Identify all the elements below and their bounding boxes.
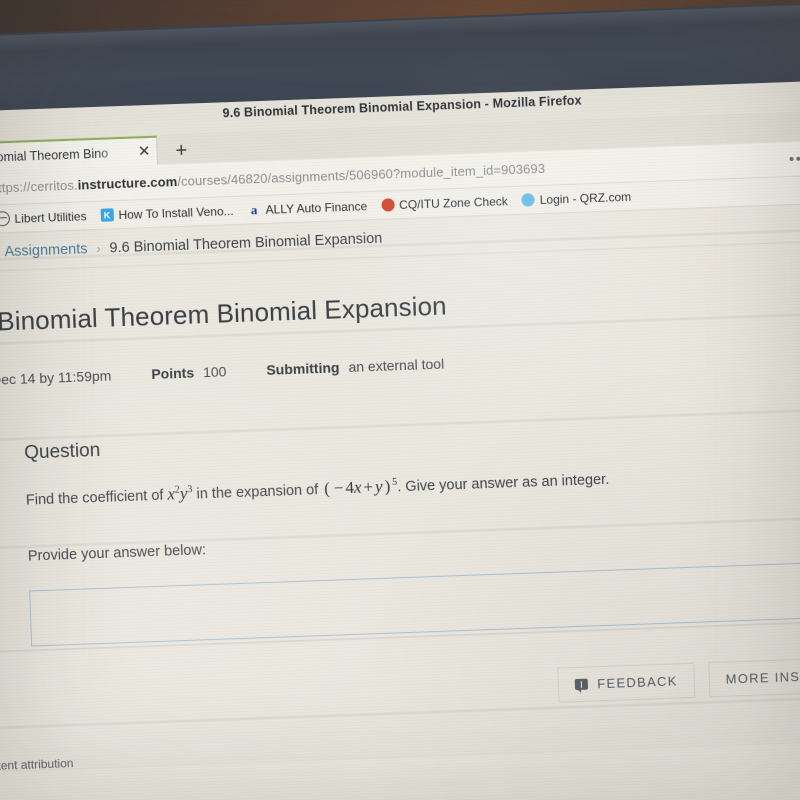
- bookmark-label: How To Install Veno...: [118, 203, 234, 222]
- url-domain: instructure.com: [77, 173, 178, 193]
- math-term-x2y3: x2y3: [167, 483, 193, 504]
- math-plus: +: [363, 476, 374, 497]
- submitting-label: Submitting: [266, 359, 340, 378]
- points-value: 100: [202, 363, 227, 380]
- due-value: Dec 14 by 11:59pm: [0, 367, 112, 388]
- url-scheme: https://cerritos.: [0, 177, 78, 196]
- submitting-value: an external tool: [348, 355, 445, 375]
- feedback-button-label: FEEDBACK: [596, 672, 678, 691]
- screen-photo: 9.6 Binomial Theorem Binomial Expansion …: [0, 0, 800, 800]
- answer-input[interactable]: [29, 561, 800, 647]
- content-attribution[interactable]: Content attribution: [0, 727, 800, 773]
- browser-window: 9.6 Binomial Theorem Binomial Expansion …: [0, 79, 800, 800]
- blue-dot-icon: [521, 193, 535, 207]
- bookmark-item[interactable]: Login - QRZ.com: [521, 189, 632, 207]
- tab-title: 9.6 Binomial Theorem Bino: [0, 145, 109, 165]
- bookmark-item[interactable]: Libert Utilities: [0, 208, 87, 227]
- canvas-page: D-LEC › Assignments › 9.6 Binomial Theor…: [0, 202, 800, 774]
- bookmark-label: ALLY Auto Finance: [265, 198, 368, 217]
- globe-icon: [0, 211, 10, 227]
- math-expression-binomial: (−4x+y)5: [322, 476, 398, 498]
- bookmark-label: CQ/ITU Zone Check: [398, 193, 509, 212]
- url-bar-actions: •••: [789, 148, 800, 168]
- page-title: 9.6 Binomial Theorem Binomial Expansion: [0, 290, 448, 339]
- points-label: Points: [151, 364, 195, 382]
- bookmark-item[interactable]: CQ/ITU Zone Check: [380, 193, 509, 213]
- feedback-button[interactable]: FEEDBACK: [557, 662, 696, 703]
- new-tab-icon[interactable]: +: [175, 140, 187, 162]
- red-dot-icon: [380, 198, 395, 212]
- close-icon[interactable]: ✕: [138, 143, 151, 160]
- bookmark-label: Libert Utilities: [14, 208, 87, 226]
- question-text-middle: in the expansion of: [196, 481, 319, 503]
- external-tool-frame: Question Find the coefficient of x2y3 in…: [24, 412, 800, 721]
- url-path: /courses/46820/assignments/506960?module…: [177, 160, 546, 189]
- question-text-before: Find the coefficient of: [25, 487, 164, 509]
- bookmark-item[interactable]: a ALLY Auto Finance: [247, 198, 368, 217]
- more-instruction-button-label: MORE INSTRUCTI: [725, 666, 800, 687]
- question-text-after: . Give your answer as an integer.: [397, 471, 610, 496]
- k-icon: K: [100, 208, 114, 222]
- bookmark-label: Login - QRZ.com: [539, 189, 632, 207]
- page-actions-icon[interactable]: •••: [789, 150, 800, 168]
- math-minus: −: [333, 478, 344, 498]
- assignment-meta: Due Dec 14 by 11:59pm Points 100 Submitt…: [0, 340, 800, 404]
- ally-icon: a: [250, 201, 258, 217]
- more-instruction-button[interactable]: MORE INSTRUCTI: [707, 655, 800, 697]
- math-y-exp: 3: [187, 483, 193, 495]
- speech-bubble-icon: [575, 678, 589, 690]
- bookmark-item[interactable]: K How To Install Veno...: [100, 203, 234, 222]
